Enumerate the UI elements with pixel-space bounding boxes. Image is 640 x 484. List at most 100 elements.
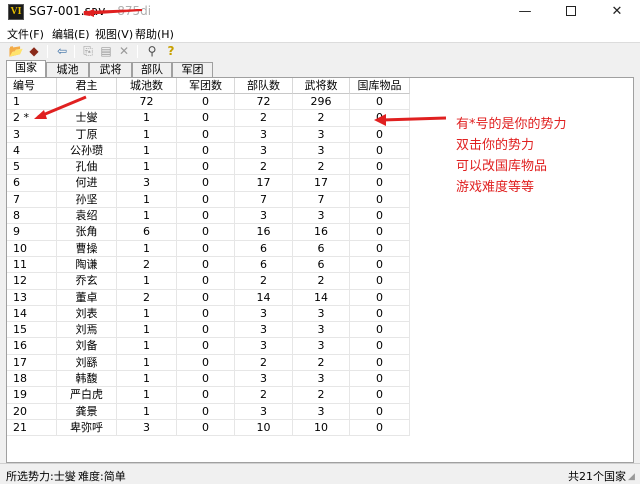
maximize-icon — [566, 5, 576, 16]
column-header-cities[interactable]: 城池数 — [117, 78, 177, 94]
table-row[interactable]: 4 公孙瓒 1 0 3 3 0 — [7, 142, 410, 160]
cell-units: 2 — [235, 387, 293, 404]
column-header-legions[interactable]: 军团数 — [177, 78, 235, 94]
table-row[interactable]: 15 刘焉 1 0 3 3 0 — [7, 322, 410, 339]
column-header-units[interactable]: 部队数 — [235, 78, 293, 94]
cell-ruler: 士燮 — [57, 110, 117, 127]
minimize-button[interactable]: — — [502, 0, 548, 24]
close-button[interactable]: ✕ — [594, 0, 640, 24]
cell-cities: 1 — [117, 126, 177, 143]
help-icon[interactable]: ? — [163, 44, 179, 59]
editor-window: VI SG7-001.sav - 875di — ✕ 文件(F) 编辑(E) 视… — [0, 0, 640, 484]
table-row[interactable]: 5 孔伷 1 0 2 2 0 — [7, 159, 410, 176]
cell-legions: 0 — [177, 224, 235, 241]
cell-cities: 1 — [117, 338, 177, 355]
cell-ruler: 孙坚 — [57, 191, 117, 209]
window-title-main: SG7-001.sav - — [29, 4, 118, 18]
cell-ruler: 孔伷 — [57, 159, 117, 176]
column-header-generals[interactable]: 武将数 — [293, 78, 350, 94]
copy-icon[interactable]: ⎘ — [80, 44, 96, 59]
table-row[interactable]: 7 孙坚 1 0 7 7 0 — [7, 191, 410, 209]
table-row[interactable]: 17 刘繇 1 0 2 2 0 — [7, 354, 410, 372]
table-row[interactable]: 6 何进 3 0 17 17 0 — [7, 175, 410, 192]
cell-units: 2 — [235, 273, 293, 290]
annotation-text: 有*号的是你的势力 双击你的势力 可以改国库物品 游戏难度等等 — [456, 114, 567, 198]
annotation-line: 有*号的是你的势力 — [456, 117, 567, 132]
cell-units: 6 — [235, 256, 293, 274]
find-icon[interactable]: ⚲ — [144, 44, 160, 59]
menu-help[interactable]: 帮助(H) — [135, 26, 174, 42]
cell-id: 6 — [7, 175, 57, 192]
cell-generals: 6 — [293, 256, 350, 274]
table-row[interactable]: 16 刘备 1 0 3 3 0 — [7, 338, 410, 355]
table-row[interactable]: 21 卑弥呼 3 0 10 10 0 — [7, 419, 410, 437]
cell-units: 16 — [235, 224, 293, 241]
table-row[interactable]: 1 72 0 72 296 0 — [7, 94, 410, 111]
table-row[interactable]: 13 董卓 2 0 14 14 0 — [7, 289, 410, 306]
menu-edit[interactable]: 编辑(E) — [52, 26, 90, 42]
cell-generals: 16 — [293, 224, 350, 241]
cell-generals: 3 — [293, 403, 350, 420]
cell-legions: 0 — [177, 110, 235, 127]
delete-icon[interactable]: ✕ — [116, 44, 132, 59]
column-header-treasury[interactable]: 国库物品 — [350, 78, 410, 94]
table-row[interactable]: 8 袁绍 1 0 3 3 0 — [7, 208, 410, 225]
tab-city[interactable]: 城池 — [46, 62, 89, 77]
minimize-icon: — — [518, 4, 532, 19]
tab-legion[interactable]: 军团 — [172, 62, 213, 77]
column-header-id[interactable]: 编号 — [7, 78, 57, 94]
table-row[interactable]: 3 丁原 1 0 3 3 0 — [7, 126, 410, 143]
maximize-button[interactable] — [548, 0, 594, 24]
table-row[interactable]: 12 乔玄 1 0 2 2 0 — [7, 273, 410, 290]
cell-id: 20 — [7, 403, 57, 420]
tab-unit[interactable]: 部队 — [132, 62, 172, 77]
eraser-icon[interactable]: ◆ — [26, 44, 42, 59]
table-row[interactable]: 18 韩馥 1 0 3 3 0 — [7, 371, 410, 388]
cell-treasury: 0 — [350, 305, 410, 323]
paste-icon[interactable]: ▤ — [98, 44, 114, 59]
open-folder-icon[interactable]: 📂 — [8, 44, 24, 59]
cell-id: 17 — [7, 354, 57, 372]
title-bar[interactable]: VI SG7-001.sav - 875di — ✕ — [0, 0, 640, 24]
cell-id: 9 — [7, 224, 57, 241]
cell-legions: 0 — [177, 289, 235, 306]
tab-country[interactable]: 国家 — [6, 60, 46, 77]
cell-id: 5 — [7, 159, 57, 176]
menu-file[interactable]: 文件(F) — [7, 26, 44, 42]
table-row[interactable]: 9 张角 6 0 16 16 0 — [7, 224, 410, 241]
table-row[interactable]: 2 * 士燮 1 0 2 2 0 — [7, 110, 410, 127]
back-arrow-icon[interactable]: ⇦ — [54, 44, 70, 59]
table-row[interactable]: 10 曹操 1 0 6 6 0 — [7, 240, 410, 257]
cell-ruler: 公孙瓒 — [57, 142, 117, 160]
cell-cities: 6 — [117, 224, 177, 241]
table-row[interactable]: 14 刘表 1 0 3 3 0 — [7, 305, 410, 323]
cell-treasury: 0 — [350, 403, 410, 420]
menu-view[interactable]: 视图(V) — [95, 26, 133, 42]
tab-general[interactable]: 武将 — [89, 62, 132, 77]
cell-cities: 2 — [117, 256, 177, 274]
cell-legions: 0 — [177, 142, 235, 160]
toolbar: 📂 ◆ ⇦ ⎘ ▤ ✕ ⚲ ? — [0, 42, 640, 60]
cell-id: 1 — [7, 94, 57, 111]
toolbar-separator — [74, 45, 75, 58]
table-row[interactable]: 19 严白虎 1 0 2 2 0 — [7, 387, 410, 404]
table-row[interactable]: 11 陶谦 2 0 6 6 0 — [7, 256, 410, 274]
cell-id: 7 — [7, 191, 57, 209]
cell-id: 13 — [7, 289, 57, 306]
close-icon: ✕ — [611, 4, 623, 19]
cell-generals: 2 — [293, 354, 350, 372]
cell-id: 4 — [7, 142, 57, 160]
cell-treasury: 0 — [350, 191, 410, 209]
status-selected-faction: 所选势力:士燮 — [6, 470, 76, 483]
cell-units: 10 — [235, 419, 293, 437]
cell-generals: 2 — [293, 110, 350, 127]
resize-grip-icon[interactable]: ◢ — [628, 472, 638, 482]
cell-ruler: 何进 — [57, 175, 117, 192]
cell-id: 18 — [7, 371, 57, 388]
column-header-ruler[interactable]: 君主 — [57, 78, 117, 94]
toolbar-separator — [47, 45, 48, 58]
cell-ruler: 董卓 — [57, 289, 117, 306]
table-row[interactable]: 20 龚景 1 0 3 3 0 — [7, 403, 410, 420]
cell-generals: 3 — [293, 126, 350, 143]
cell-id: 14 — [7, 305, 57, 323]
